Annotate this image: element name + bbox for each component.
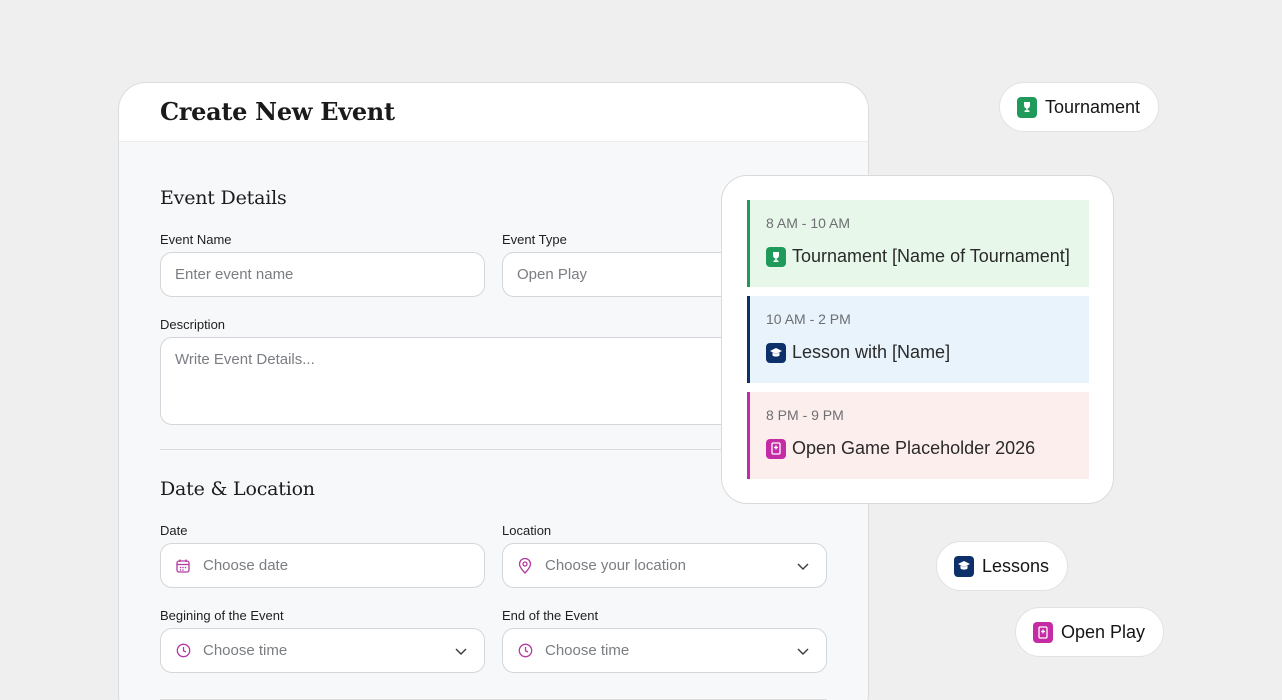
lessons-pill-label: Lessons [982, 555, 1050, 576]
open-play-pill[interactable]: Open Play [1015, 607, 1165, 657]
description-placeholder: Write Event Details... [175, 351, 315, 368]
calendar-icon [175, 558, 191, 574]
tournament-pill[interactable]: Tournament [999, 82, 1160, 132]
chevron-down-icon [797, 648, 809, 655]
trophy-icon [1017, 96, 1037, 118]
event-name-placeholder: Enter event name [175, 266, 294, 283]
end-time-label: End of the Event [502, 608, 599, 623]
schedule-item-tournament[interactable]: 8 AM - 10 AM Tournament [Name of Tournam… [747, 200, 1089, 287]
graduation-cap-icon [766, 342, 786, 363]
open-play-pill-label: Open Play [1061, 621, 1146, 642]
event-type-value: Open Play [517, 266, 588, 283]
graduation-cap-icon [954, 555, 974, 577]
game-card-icon [766, 438, 786, 459]
event-type-label: Event Type [502, 232, 567, 247]
schedule-item-lesson[interactable]: 10 AM - 2 PM Lesson with [Name] [747, 296, 1089, 383]
description-label: Description [160, 317, 226, 332]
location-placeholder: Choose your location [545, 557, 686, 574]
end-time-select[interactable]: Choose time [502, 628, 827, 673]
schedule-item-name: Tournament [Name of Tournament] [792, 246, 1070, 266]
date-input[interactable]: Choose date [160, 543, 485, 588]
schedule-item-time: 8 PM - 9 PM [766, 407, 844, 423]
date-placeholder: Choose date [203, 557, 289, 574]
date-label: Date [160, 523, 188, 538]
schedule-item-time: 10 AM - 2 PM [766, 311, 851, 327]
location-label: Location [502, 523, 552, 538]
game-card-icon [1033, 621, 1053, 643]
lessons-pill[interactable]: Lessons [936, 541, 1069, 591]
event-details-heading: Event Details [160, 187, 287, 209]
map-pin-icon [517, 557, 533, 574]
clock-icon [175, 643, 191, 659]
begin-time-label: Begining of the Event [160, 608, 284, 623]
clock-icon [517, 643, 533, 659]
schedule-card: 8 AM - 10 AM Tournament [Name of Tournam… [721, 175, 1114, 504]
trophy-icon [766, 246, 786, 267]
form-header: Create New Event [119, 83, 868, 142]
begin-time-placeholder: Choose time [203, 642, 288, 659]
schedule-item-name: Open Game Placeholder 2026 [792, 438, 1036, 458]
event-name-label: Event Name [160, 232, 232, 247]
date-location-heading: Date & Location [160, 478, 315, 500]
tournament-pill-label: Tournament [1045, 96, 1141, 117]
chevron-down-icon [455, 648, 467, 655]
chevron-down-icon [797, 563, 809, 570]
schedule-item-time: 8 AM - 10 AM [766, 215, 851, 231]
schedule-item-name: Lesson with [Name] [792, 342, 951, 362]
location-select[interactable]: Choose your location [502, 543, 827, 588]
page-title: Create New Event [160, 97, 395, 126]
event-name-input[interactable]: Enter event name [160, 252, 485, 297]
schedule-item-openplay[interactable]: 8 PM - 9 PM Open Game Placeholder 2026 [747, 392, 1089, 479]
begin-time-select[interactable]: Choose time [160, 628, 485, 673]
end-time-placeholder: Choose time [545, 642, 630, 659]
